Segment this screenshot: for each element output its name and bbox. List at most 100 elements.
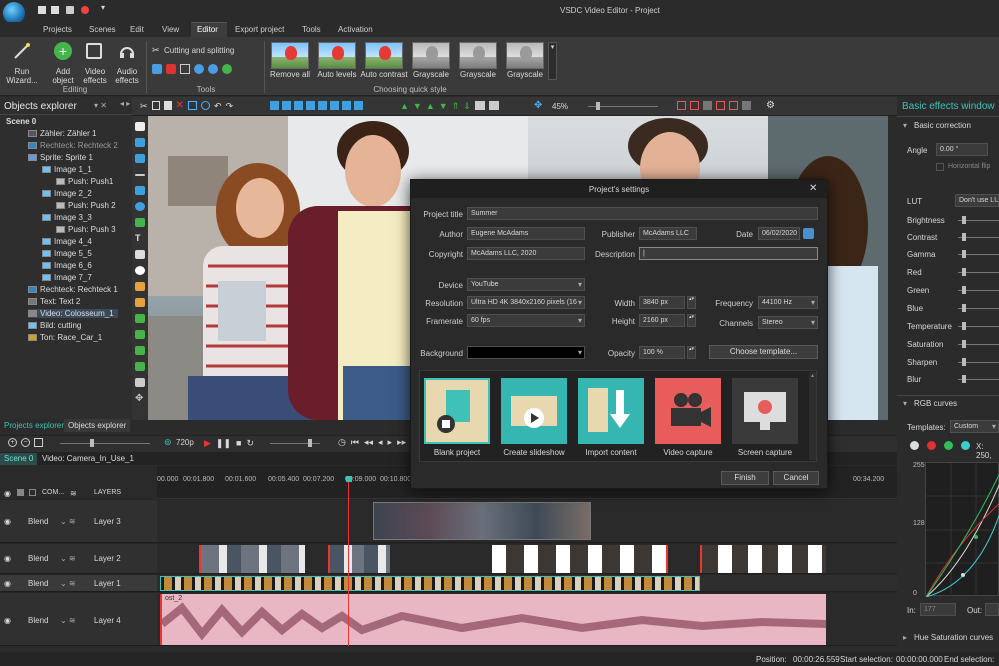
paste-icon[interactable] [163, 101, 172, 110]
tree-item[interactable]: Sprite: Sprite 1 [28, 153, 93, 162]
channels-select[interactable]: Stereo [758, 316, 818, 329]
curve-in-input[interactable]: 177 [920, 603, 956, 616]
size-icon[interactable] [354, 101, 363, 110]
save-icon[interactable] [51, 6, 59, 14]
waveform-icon[interactable]: ≋ [70, 489, 77, 498]
style-remove-all-thumb[interactable] [271, 42, 309, 69]
subtitle-icon[interactable] [135, 250, 145, 259]
tile-blank-project[interactable] [424, 378, 490, 444]
tree-item[interactable]: Image 5_5 [42, 249, 92, 258]
tile-import-content[interactable] [578, 378, 644, 444]
tree-item[interactable]: Push: Push1 [56, 177, 113, 186]
collapse-icon[interactable]: ▾ [903, 399, 907, 408]
blend-dropdown-icon[interactable]: ⌄ ≋ [60, 579, 76, 588]
track-header[interactable] [0, 544, 157, 574]
add-video-icon[interactable] [135, 138, 145, 147]
transition-icon[interactable] [135, 362, 145, 371]
delete-icon[interactable]: ✕ [176, 101, 184, 112]
pause-icon[interactable]: ❚❚ [216, 438, 231, 449]
curve-cyan-dot[interactable] [961, 441, 970, 450]
tree-item[interactable]: Image 7_7 [42, 273, 92, 282]
tree-item-scene[interactable]: Scene 0 [6, 117, 36, 126]
align-middle-icon[interactable] [318, 101, 327, 110]
param-green-slider[interactable] [958, 286, 999, 294]
move-icon[interactable]: ✥ [135, 394, 145, 404]
fit-timeline-icon[interactable] [34, 438, 43, 447]
zoom-out-icon[interactable]: − [21, 438, 30, 447]
frequency-select[interactable]: 44100 Hz [758, 296, 818, 309]
eye-icon[interactable]: ◉ [4, 517, 11, 526]
rotate-right-icon[interactable] [208, 64, 218, 74]
param-red-slider[interactable] [958, 268, 999, 276]
video-clip-selected[interactable] [160, 576, 700, 591]
loop-icon[interactable]: ↻ [246, 438, 254, 449]
new-icon[interactable] [38, 6, 46, 14]
timeline-zoom-slider[interactable] [60, 439, 150, 447]
wand-icon[interactable] [12, 42, 32, 60]
tree-item[interactable]: Rechteck: Rechteck 1 [28, 285, 118, 294]
collapse-icon[interactable]: ▾ [903, 121, 907, 130]
ellipse-icon[interactable] [200, 101, 210, 110]
height-input[interactable]: 2160 px [639, 314, 685, 327]
angle-input[interactable]: 0.00 ° [936, 143, 988, 156]
curve-white-dot[interactable] [910, 441, 919, 450]
text-tool-icon[interactable]: T [135, 234, 145, 243]
style-grayscale-thumb[interactable] [459, 42, 497, 69]
ellipse-tool-icon[interactable] [135, 202, 145, 211]
rotate-left-icon[interactable] [194, 64, 204, 74]
align-left-icon[interactable] [270, 101, 279, 110]
audio-tool-icon[interactable] [135, 378, 145, 387]
tab-video-camera[interactable]: Video: Camera_In_Use_1 [38, 453, 138, 465]
snap-icon[interactable] [690, 101, 699, 110]
frame-icon[interactable] [729, 101, 738, 110]
track-header[interactable] [0, 500, 157, 543]
menu-editor[interactable]: Editor [197, 25, 218, 34]
tab-projects-explorer[interactable]: Projects explorer [0, 419, 69, 432]
playhead-line[interactable] [348, 482, 349, 646]
param-sharpen-slider[interactable] [958, 358, 999, 366]
quick-style-scroll[interactable]: ▾ [548, 42, 557, 80]
stop-icon[interactable]: ■ [236, 438, 241, 449]
step-back-icon[interactable]: ◂◂ [364, 437, 373, 448]
select-icon[interactable] [187, 101, 197, 110]
cancel-button[interactable]: Cancel [773, 471, 819, 485]
menu-edit[interactable]: Edit [130, 25, 144, 34]
eye-icon[interactable]: ◉ [4, 489, 11, 498]
grid-icon[interactable] [677, 101, 686, 110]
speed-icon[interactable] [222, 64, 232, 74]
tile-screen-capture[interactable] [732, 378, 798, 444]
curve-red-dot[interactable] [927, 441, 936, 450]
tree-item[interactable]: Ton: Race_Car_1 [28, 333, 102, 342]
menu-view[interactable]: View [162, 25, 179, 34]
frame-back-icon[interactable]: ◂ [378, 437, 383, 448]
blend-mode[interactable]: Blend [28, 616, 48, 625]
style-grayscale-thumb[interactable] [506, 42, 544, 69]
tree-item[interactable]: Image 2_2 [42, 189, 92, 198]
zoom-in-icon[interactable]: + [8, 438, 17, 447]
ungroup-icon[interactable] [488, 101, 499, 110]
tree-item[interactable]: Image 4_4 [42, 237, 92, 246]
frame-forward-icon[interactable]: ▸ [388, 437, 393, 448]
param-gamma-slider[interactable] [958, 250, 999, 258]
tree-item[interactable]: Image 6_6 [42, 261, 92, 270]
tree-item[interactable]: Image 3_3 [42, 213, 92, 222]
hflip-checkbox[interactable] [936, 163, 944, 171]
ruler-icon[interactable] [742, 101, 751, 110]
preview-quality[interactable]: 720p [176, 438, 194, 447]
expand-icon[interactable]: ▸ [903, 633, 907, 642]
add-image-icon[interactable] [135, 154, 145, 163]
zoom-value[interactable]: 45% [552, 102, 568, 111]
tree-item[interactable]: Zähler: Zähler 1 [28, 129, 96, 138]
arrow-down-icon[interactable]: ▼ [439, 101, 448, 112]
param-contrast-slider[interactable] [958, 233, 999, 241]
rgb-curves-label[interactable]: RGB curves [914, 399, 957, 408]
effect-icon[interactable] [135, 330, 145, 339]
param-blue-slider[interactable] [958, 304, 999, 312]
stop-icon[interactable] [166, 64, 176, 74]
prev-marker-icon[interactable]: ⏮ [351, 437, 359, 448]
undo-icon[interactable]: ↶ [214, 101, 222, 112]
headphones-icon[interactable] [119, 43, 135, 59]
param-brightness-slider[interactable] [958, 216, 999, 224]
image-clip[interactable] [328, 545, 390, 573]
playhead-handle[interactable] [346, 476, 352, 482]
